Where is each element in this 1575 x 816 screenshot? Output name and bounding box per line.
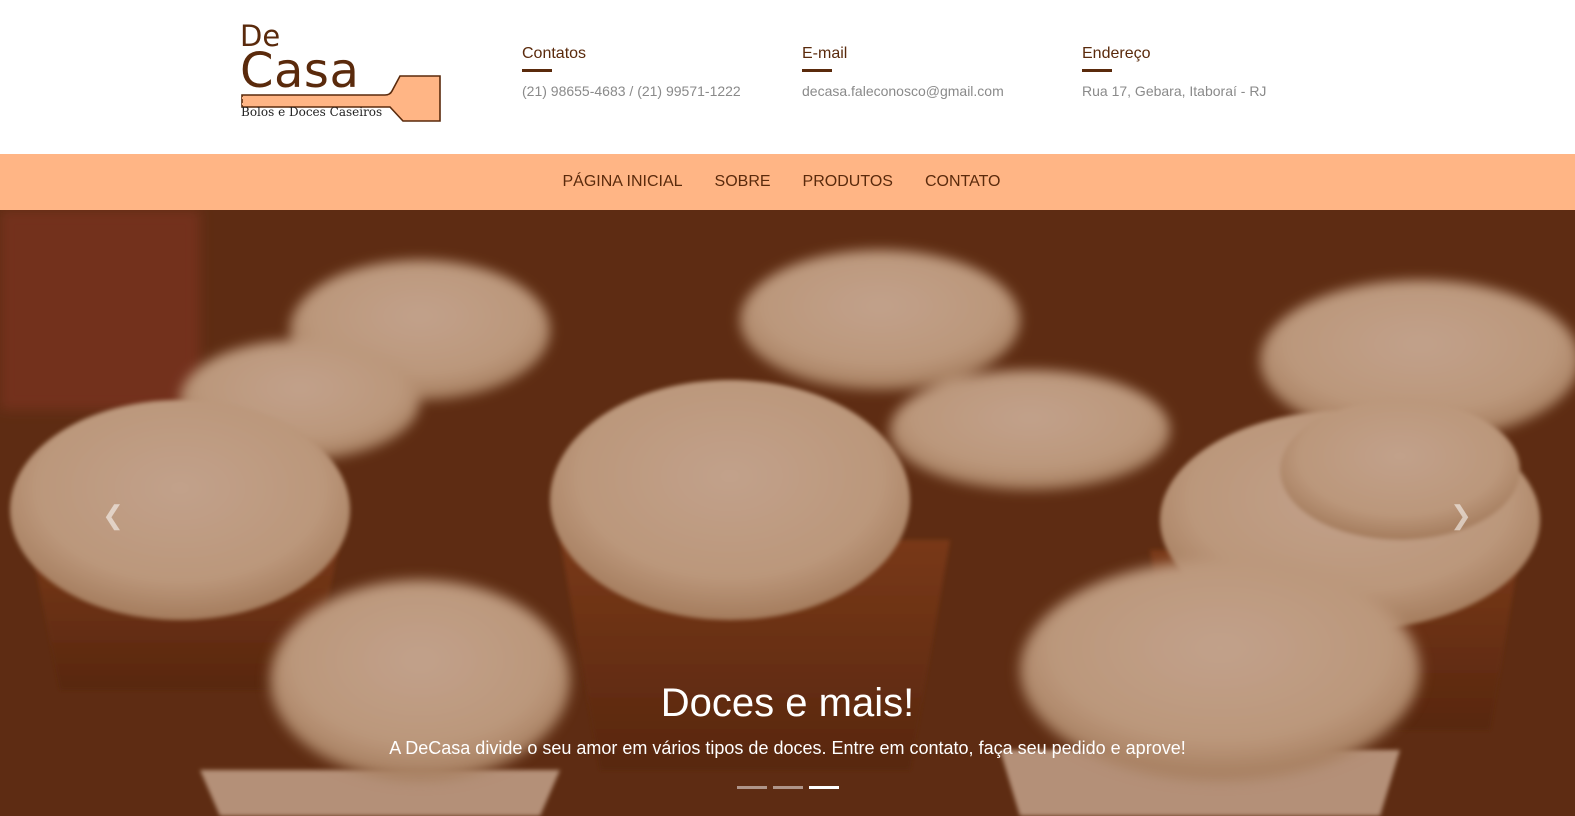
site-header: De Casa Bolos e Doces Caseiros Contatos …	[0, 0, 1575, 154]
logo-casa: Casa	[240, 43, 360, 99]
carousel-indicators	[0, 786, 1575, 789]
carousel-indicator-3[interactable]	[808, 786, 839, 789]
contact-address: Endereço Rua 17, Gebara, Itaboraí - RJ	[1082, 44, 1266, 100]
title-underline	[1082, 69, 1112, 72]
hero-carousel: ❮ ❯ Doces e mais! A DeCasa divide o seu …	[0, 210, 1575, 816]
hero-text: A DeCasa divide o seu amor em vários tip…	[389, 738, 1186, 758]
street-address: Rua 17, Gebara, Itaboraí - RJ	[1082, 83, 1267, 99]
nav-item-contact[interactable]: CONTATO	[925, 173, 1001, 190]
title-underline	[522, 69, 552, 72]
contact-phones: Contatos (21) 98655-4683 / (21) 99571-12…	[522, 44, 741, 100]
chevron-right-icon: ❯	[1450, 500, 1472, 530]
nav-item-products[interactable]: PRODUTOS	[803, 173, 893, 190]
title-underline	[802, 69, 832, 72]
carousel-prev-button[interactable]: ❮	[98, 500, 128, 530]
contact-title: Contatos	[522, 45, 587, 62]
carousel-indicator-2[interactable]	[772, 786, 803, 789]
phone-numbers: (21) 98655-4683 / (21) 99571-1222	[522, 83, 741, 99]
carousel-next-button[interactable]: ❯	[1446, 500, 1476, 530]
main-nav: PÁGINA INICIAL SOBRE PRODUTOS CONTATO	[0, 154, 1575, 210]
email-address: decasa.faleconosco@gmail.com	[802, 83, 1004, 99]
nav-item-home[interactable]: PÁGINA INICIAL	[562, 173, 682, 190]
contact-title: E-mail	[802, 45, 848, 62]
nav-item-about[interactable]: SOBRE	[715, 173, 771, 190]
contact-email: E-mail decasa.faleconosco@gmail.com	[802, 44, 1004, 100]
carousel-indicator-1[interactable]	[736, 786, 767, 789]
logo-subtitle: Bolos e Doces Caseiros	[241, 105, 383, 119]
chevron-left-icon: ❮	[102, 500, 124, 530]
logo[interactable]: De Casa Bolos e Doces Caseiros	[240, 20, 445, 125]
contact-title: Endereço	[1082, 45, 1151, 62]
hero-title: Doces e mais!	[660, 681, 915, 725]
